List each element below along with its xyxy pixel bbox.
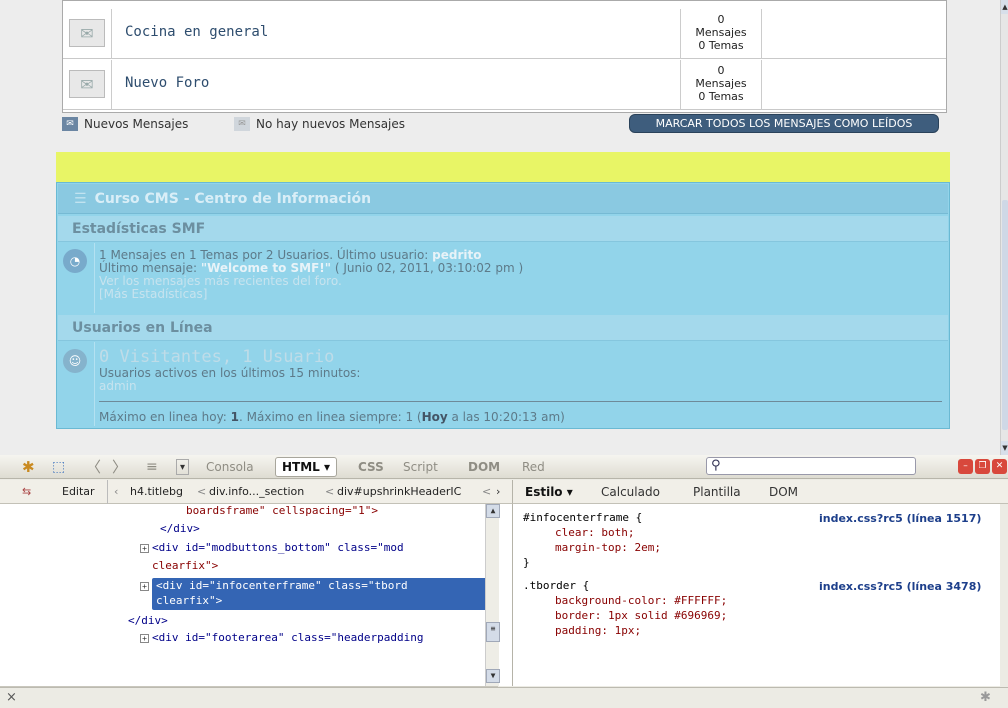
- style-panel: #infocenterframe { index.css?rc5 (línea …: [512, 504, 1000, 686]
- no-new-posts-icon: ✉: [234, 117, 250, 131]
- detach-icon[interactable]: ❐: [975, 459, 990, 474]
- page-scrollbar[interactable]: ▲ ▼: [1000, 0, 1008, 455]
- html-line: </div>: [160, 522, 200, 535]
- edit-button[interactable]: Editar: [62, 480, 108, 504]
- html-line[interactable]: + <div id="footerarea" class="headerpaddi…: [140, 631, 424, 646]
- html-line: clearfix">: [152, 559, 219, 572]
- firebug-bug-icon[interactable]: ✱: [22, 458, 35, 476]
- css-property[interactable]: border: 1px solid #696969;: [555, 608, 727, 623]
- search-icon: ⚲: [711, 458, 721, 473]
- html-tree: boardsframe" cellspacing="1"> </div> + <d…: [0, 504, 512, 686]
- breadcrumb-item[interactable]: div#upshrinkHeaderIC: [337, 480, 461, 504]
- stats-heading: Estadísticas SMF: [58, 216, 948, 242]
- more-stats-link[interactable]: [Más Estadísticas]: [99, 288, 523, 301]
- tab-style[interactable]: Estilo ▾: [525, 480, 573, 504]
- html-line: boardsframe" cellspacing="1">: [186, 504, 379, 517]
- mark-all-read-button[interactable]: MARCAR TODOS LOS MENSAJES COMO LEÍDOS: [629, 114, 939, 133]
- info-center-title: Curso CMS - Centro de Información: [94, 191, 372, 207]
- online-heading: Usuarios en Línea: [58, 315, 948, 341]
- online-count: 0 Visitantes, 1 Usuario: [99, 347, 335, 367]
- scroll-up-icon[interactable]: ▲: [1001, 0, 1008, 14]
- stats-text: 1 Mensajes en 1 Temas por 2 Usuarios. Úl…: [99, 248, 524, 301]
- css-property[interactable]: background-color: #FFFFFF;: [555, 593, 727, 608]
- html-line: </div>: [128, 614, 168, 627]
- selected-node[interactable]: <div id="infocenterframe" class="tbord c…: [152, 578, 488, 610]
- firebug-statusbar: × ✱: [0, 687, 1008, 708]
- new-posts-label: Nuevos Mensajes: [84, 117, 189, 131]
- board-stats: 0 Mensajes 0 Temas: [680, 60, 762, 110]
- css-selector[interactable]: #infocenterframe {: [523, 510, 642, 525]
- tab-layout[interactable]: Plantilla: [693, 480, 741, 504]
- online-text: 0 Visitantes, 1 Usuario Usuarios activos…: [99, 347, 361, 393]
- list-icon[interactable]: ≡: [146, 458, 158, 476]
- board-row: ✉ Cocina en general 0 Mensajes 0 Temas: [63, 9, 946, 59]
- breadcrumb-item[interactable]: div.info..._section: [209, 480, 304, 504]
- inspect-icon[interactable]: ⬚: [52, 458, 65, 476]
- boards-table: ✉ Cocina en general 0 Mensajes 0 Temas ✉…: [62, 0, 947, 113]
- css-property[interactable]: margin-top: 2em;: [555, 540, 661, 555]
- board-name-link[interactable]: Cocina en general: [125, 24, 268, 40]
- board-icon: ✉: [69, 70, 105, 98]
- expand-icon[interactable]: +: [140, 634, 149, 643]
- latest-member-link[interactable]: pedrito: [432, 248, 481, 262]
- board-legend: ✉ Nuevos Mensajes ✉ No hay nuevos Mensaj…: [62, 114, 952, 134]
- scroll-thumb[interactable]: [1002, 200, 1008, 430]
- info-center: ☰ Curso CMS - Centro de Información Estad…: [56, 182, 950, 429]
- css-source-link[interactable]: index.css?rc5 (línea 3478): [819, 579, 981, 594]
- back-icon[interactable]: 〈: [86, 458, 101, 476]
- tab-html[interactable]: HTML ▾: [275, 457, 338, 477]
- scroll-down-icon[interactable]: ▼: [486, 669, 500, 683]
- tab-console[interactable]: Consola: [206, 458, 254, 476]
- tab-side-dom[interactable]: DOM: [769, 480, 798, 504]
- edit-icon[interactable]: ⇆: [22, 480, 31, 504]
- expand-icon[interactable]: +: [140, 544, 149, 553]
- html-breadcrumb-bar: ⇆ Editar ‹ h4.titlebg < div.info..._sect…: [0, 480, 512, 504]
- tab-net[interactable]: Red: [522, 458, 545, 476]
- no-new-posts-label: No hay nuevos Mensajes: [256, 117, 406, 131]
- css-property[interactable]: padding: 1px;: [555, 623, 641, 638]
- tab-computed[interactable]: Calculado: [601, 480, 660, 504]
- breadcrumb-right-icon[interactable]: ›: [496, 480, 500, 504]
- expand-icon[interactable]: +: [140, 582, 149, 591]
- highlight-bar: [56, 152, 950, 182]
- css-selector[interactable]: .tborder {: [523, 578, 589, 593]
- firebug-status-icon[interactable]: ✱: [980, 690, 991, 705]
- users-icon: ☺: [63, 349, 87, 373]
- board-name-link[interactable]: Nuevo Foro: [125, 75, 209, 91]
- html-vscroll[interactable]: ▲ ≡ ▼: [485, 504, 500, 686]
- forum-page: ✉ Cocina en general 0 Mensajes 0 Temas ✉…: [0, 0, 1000, 455]
- tab-dom[interactable]: DOM: [468, 458, 500, 476]
- new-posts-icon: ✉: [62, 117, 78, 131]
- board-stats: 0 Mensajes 0 Temas: [680, 9, 762, 59]
- latest-post-link[interactable]: "Welcome to SMF!": [201, 261, 331, 275]
- forward-icon[interactable]: 〉: [112, 458, 127, 476]
- online-user-link[interactable]: admin: [99, 380, 360, 393]
- tab-css[interactable]: CSS: [358, 458, 384, 476]
- html-line[interactable]: + <div id="modbuttons_bottom" class="mod: [140, 541, 404, 556]
- tab-script[interactable]: Script: [403, 458, 438, 476]
- scroll-thumb[interactable]: ≡: [486, 622, 500, 642]
- online-max-text: Máximo en linea hoy: 1. Máximo en linea …: [99, 410, 565, 424]
- breadcrumb-item[interactable]: h4.titlebg: [130, 480, 183, 504]
- board-row: ✉ Nuevo Foro 0 Mensajes 0 Temas: [63, 60, 946, 110]
- firebug-panel: ✱ ⬚ 〈 〉 ≡ ▾ Consola HTML ▾ CSS Script DO…: [0, 455, 1008, 708]
- search-input[interactable]: ⚲: [706, 457, 916, 475]
- collapse-icon[interactable]: ☰: [74, 191, 87, 207]
- firebug-toolbar: ✱ ⬚ 〈 〉 ≡ ▾ Consola HTML ▾ CSS Script DO…: [0, 455, 1008, 479]
- close-icon[interactable]: ×: [6, 690, 17, 705]
- side-panel-tabs: Estilo ▾ Calculado Plantilla DOM: [512, 480, 1008, 504]
- breadcrumb-left-icon[interactable]: ‹: [114, 480, 118, 504]
- stats-chart-icon: ◔: [63, 249, 87, 273]
- minimize-icon[interactable]: –: [958, 459, 973, 474]
- board-icon: ✉: [69, 19, 105, 47]
- close-firebug-icon[interactable]: ✕: [992, 459, 1007, 474]
- css-property[interactable]: clear: both;: [555, 525, 634, 540]
- css-source-link[interactable]: index.css?rc5 (línea 1517): [819, 511, 981, 526]
- scroll-down-icon[interactable]: ▼: [1001, 441, 1008, 455]
- scroll-up-icon[interactable]: ▲: [486, 504, 500, 518]
- dropdown-icon[interactable]: ▾: [176, 459, 190, 475]
